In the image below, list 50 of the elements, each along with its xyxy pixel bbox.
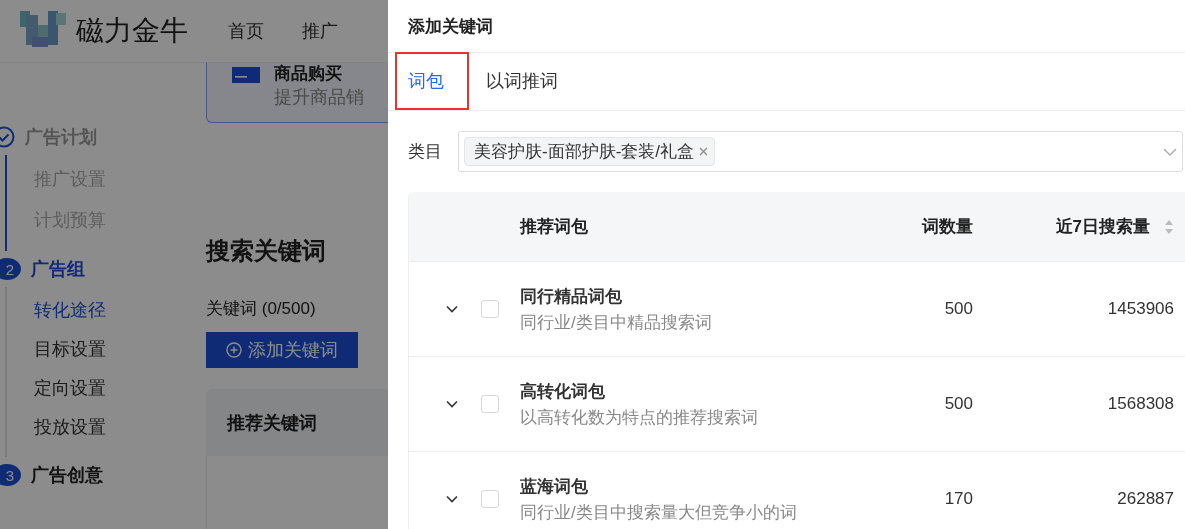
add-keyword-button[interactable]: 添加关键词 [206, 332, 358, 368]
drawer-title: 添加关键词 [408, 15, 493, 38]
column-header: 近7日搜索量 [1055, 216, 1150, 238]
category-select[interactable]: 美容护肤-面部护肤-套装/礼盒 [458, 131, 1183, 172]
chevron-icon[interactable] [446, 400, 458, 408]
chevron-down-icon[interactable] [1163, 147, 1177, 156]
chevron-icon[interactable] [446, 495, 458, 503]
step-title[interactable]: 广告组 [31, 257, 85, 281]
package-name: 高转化词包 [520, 380, 606, 403]
field-label: 类目 [408, 141, 442, 163]
card-subtitle: 提升商品销 [274, 86, 364, 109]
tag-label: 美容护肤-面部护肤-套装/礼盒 [474, 141, 695, 163]
card-title: 商品购买 [274, 64, 343, 84]
nav-link[interactable]: 推广 [302, 19, 338, 43]
table-cell: 170 [944, 489, 973, 508]
close-icon[interactable] [699, 147, 709, 156]
step-link[interactable]: 转化途径 [34, 291, 206, 330]
column-header: 词数量 [922, 216, 973, 238]
step-link[interactable]: 定向设置 [34, 369, 206, 408]
chevron-icon[interactable] [446, 305, 458, 313]
nav-link[interactable]: 首页 [228, 19, 264, 43]
table-cell: 1453906 [1107, 299, 1174, 318]
keyword-count: 关键词 (0/500) [206, 298, 317, 320]
plus-circle-icon [226, 342, 242, 358]
brand-name: 磁力金牛 [76, 14, 188, 48]
table-cell: 1568308 [1107, 394, 1174, 413]
sort-icon[interactable] [1164, 218, 1174, 235]
step-number: 2 [0, 258, 21, 280]
package-description: 同行业/类目中搜索量大但竞争小的词 [520, 501, 798, 524]
section-title: 搜索关键词 [206, 236, 327, 266]
table-cell: 500 [944, 299, 973, 318]
column-header: 推荐词包 [520, 216, 588, 238]
package-name: 同行精品词包 [520, 285, 623, 308]
package-name: 蓝海词包 [520, 475, 589, 498]
goal-card[interactable]: 商品购买 提升商品销 [206, 63, 388, 123]
package-description: 以高转化数为特点的推荐搜索词 [520, 406, 759, 429]
checkbox[interactable] [481, 395, 499, 413]
step-link[interactable]: 投放设置 [34, 408, 206, 447]
checkbox[interactable] [481, 490, 499, 508]
column-header: 推荐关键词 [227, 411, 317, 435]
step-link[interactable]: 目标设置 [34, 330, 206, 369]
table-cell: 262887 [1117, 489, 1174, 508]
step-title[interactable]: 广告创意 [31, 463, 103, 487]
checkbox[interactable] [481, 300, 499, 318]
package-description: 同行业/类目中精品搜索词 [520, 311, 713, 334]
card-icon [232, 67, 260, 83]
tab[interactable]: 以词推词 [486, 53, 558, 110]
table-cell: 500 [944, 394, 973, 413]
tab[interactable]: 词包 [408, 53, 444, 110]
step-number: 3 [0, 464, 21, 486]
